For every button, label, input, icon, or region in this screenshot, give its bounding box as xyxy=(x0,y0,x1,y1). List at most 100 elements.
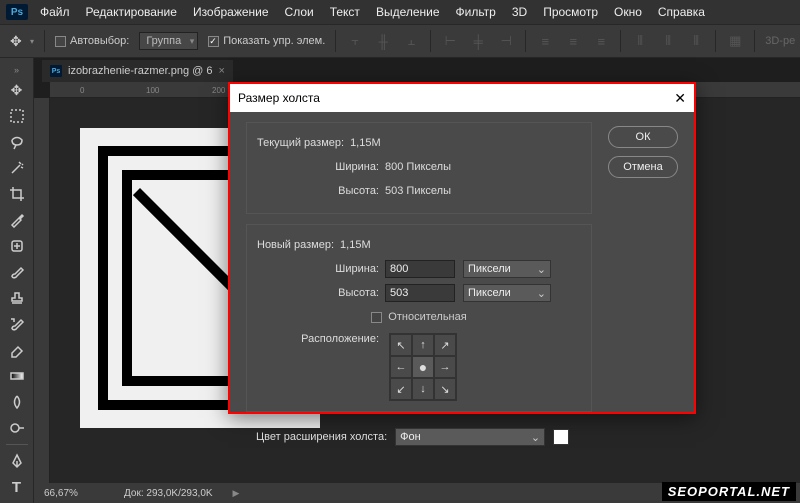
new-size-legend: Новый размер: xyxy=(257,239,334,251)
height-unit-select[interactable]: Пиксели xyxy=(463,284,551,302)
new-width-input[interactable] xyxy=(385,260,455,278)
anchor-n[interactable]: ↑ xyxy=(412,334,434,356)
extension-color-row: Цвет расширения холста: Фон xyxy=(246,422,592,446)
file-icon: Ps xyxy=(50,65,62,77)
anchor-s[interactable]: ↓ xyxy=(412,378,434,400)
autoselect-checkbox[interactable]: Автовыбор: xyxy=(55,35,129,47)
align-top-icon[interactable]: ⫟ xyxy=(346,32,364,50)
anchor-e[interactable]: → xyxy=(434,356,456,378)
ruler-tick: 0 xyxy=(80,86,84,95)
heal-tool-icon[interactable] xyxy=(4,234,30,258)
menu-image[interactable]: Изображение xyxy=(193,5,269,19)
distribute-left-icon[interactable]: ⦀ xyxy=(631,32,649,50)
dialog-titlebar: Размер холста ✕ xyxy=(230,84,694,112)
checkbox-icon xyxy=(208,36,219,47)
show-controls-checkbox[interactable]: Показать упр. элем. xyxy=(208,35,325,47)
separator xyxy=(525,30,526,52)
ruler-tick: 200 xyxy=(212,86,225,95)
new-height-input[interactable] xyxy=(385,284,455,302)
close-icon[interactable]: ✕ xyxy=(674,90,686,107)
anchor-center[interactable]: ● xyxy=(412,356,434,378)
tool-preset-caret-icon[interactable]: ▾ xyxy=(30,37,34,46)
cancel-button[interactable]: Отмена xyxy=(608,156,678,178)
eyedropper-tool-icon[interactable] xyxy=(4,208,30,232)
anchor-w[interactable]: ← xyxy=(390,356,412,378)
zoom-level[interactable]: 66,67% xyxy=(44,488,104,499)
brush-tool-icon[interactable] xyxy=(4,260,30,284)
menu-help[interactable]: Справка xyxy=(658,5,705,19)
document-tabs: Ps izobrazhenie-razmer.png @ 6 × xyxy=(34,58,800,82)
align-right-icon[interactable]: ⊣ xyxy=(497,32,515,50)
align-left-icon[interactable]: ⊢ xyxy=(441,32,459,50)
menu-type[interactable]: Текст xyxy=(330,5,360,19)
extension-color-select[interactable]: Фон xyxy=(395,428,545,446)
magic-wand-tool-icon[interactable] xyxy=(4,156,30,180)
anchor-ne[interactable]: ↗ xyxy=(434,334,456,356)
watermark: SEOPORTAL.NET xyxy=(662,482,796,501)
menu-window[interactable]: Окно xyxy=(614,5,642,19)
align-hcenter-icon[interactable]: ╪ xyxy=(469,32,487,50)
extension-color-label: Цвет расширения холста: xyxy=(256,431,387,443)
crop-tool-icon[interactable] xyxy=(4,182,30,206)
distribute-vcenter-icon[interactable]: ≡ xyxy=(564,32,582,50)
menu-view[interactable]: Просмотр xyxy=(543,5,598,19)
separator xyxy=(44,30,45,52)
blur-tool-icon[interactable] xyxy=(4,390,30,414)
current-width-value: 800 Пикселы xyxy=(385,161,451,173)
gradient-tool-icon[interactable] xyxy=(4,364,30,388)
separator xyxy=(715,30,716,52)
options-bar: ✥ ▾ Автовыбор: Группа Показать упр. элем… xyxy=(0,24,800,58)
menu-layer[interactable]: Слои xyxy=(285,5,314,19)
menu-select[interactable]: Выделение xyxy=(376,5,440,19)
menu-3d[interactable]: 3D xyxy=(512,5,527,19)
anchor-nw[interactable]: ↖ xyxy=(390,334,412,356)
distribute-bottom-icon[interactable]: ≡ xyxy=(592,32,610,50)
menu-edit[interactable]: Редактирование xyxy=(86,5,177,19)
stamp-tool-icon[interactable] xyxy=(4,286,30,310)
type-tool-icon[interactable]: T xyxy=(4,475,30,499)
distribute-right-icon[interactable]: ⦀ xyxy=(687,32,705,50)
menu-file[interactable]: Файл xyxy=(40,5,70,19)
distribute-hcenter-icon[interactable]: ⦀ xyxy=(659,32,677,50)
marquee-tool-icon[interactable] xyxy=(4,104,30,128)
relative-checkbox[interactable] xyxy=(371,312,382,323)
lasso-tool-icon[interactable] xyxy=(4,130,30,154)
mode-3d-label: 3D-ре xyxy=(765,35,795,47)
ok-button[interactable]: ОК xyxy=(608,126,678,148)
ruler-tick: 100 xyxy=(146,86,159,95)
app-logo: Ps xyxy=(6,4,28,20)
close-tab-icon[interactable]: × xyxy=(218,65,224,77)
current-height-label: Высота: xyxy=(257,185,385,197)
mode-icon[interactable]: ▦ xyxy=(726,32,744,50)
anchor-grid: ↖ ↑ ↗ ← ● → ↙ ↓ ↘ xyxy=(389,333,457,401)
dodge-tool-icon[interactable] xyxy=(4,416,30,440)
checkbox-icon xyxy=(55,36,66,47)
distribute-top-icon[interactable]: ≡ xyxy=(536,32,554,50)
new-size-value: 1,15M xyxy=(340,239,371,251)
history-brush-tool-icon[interactable] xyxy=(4,312,30,336)
move-tool-icon[interactable]: ✥ xyxy=(4,78,30,102)
current-size-value: 1,15M xyxy=(350,137,381,149)
align-bottom-icon[interactable]: ⫠ xyxy=(402,32,420,50)
menu-filter[interactable]: Фильтр xyxy=(456,5,496,19)
dialog-title: Размер холста xyxy=(238,91,320,105)
width-unit-select[interactable]: Пиксели xyxy=(463,260,551,278)
eraser-tool-icon[interactable] xyxy=(4,338,30,362)
pen-tool-icon[interactable] xyxy=(4,449,30,473)
anchor-sw[interactable]: ↙ xyxy=(390,378,412,400)
autoselect-label: Автовыбор: xyxy=(70,35,129,47)
collapse-chevron-icon[interactable]: » xyxy=(4,64,30,76)
new-size-group: Новый размер: 1,15M Ширина: Пиксели Высо… xyxy=(246,224,592,412)
current-size-group: Текущий размер: 1,15M Ширина: 800 Пиксел… xyxy=(246,122,592,214)
anchor-se[interactable]: ↘ xyxy=(434,378,456,400)
new-height-label: Высота: xyxy=(257,287,385,299)
document-tab-label: izobrazhenie-razmer.png @ 6 xyxy=(68,65,212,77)
align-vcenter-icon[interactable]: ╫ xyxy=(374,32,392,50)
status-menu-icon[interactable]: ▶ xyxy=(233,488,240,499)
autoselect-combo[interactable]: Группа xyxy=(139,32,198,50)
ruler-vertical xyxy=(34,98,50,483)
document-tab[interactable]: Ps izobrazhenie-razmer.png @ 6 × xyxy=(42,60,233,82)
current-width-label: Ширина: xyxy=(257,161,385,173)
extension-color-swatch[interactable] xyxy=(553,429,569,445)
new-width-label: Ширина: xyxy=(257,263,385,275)
